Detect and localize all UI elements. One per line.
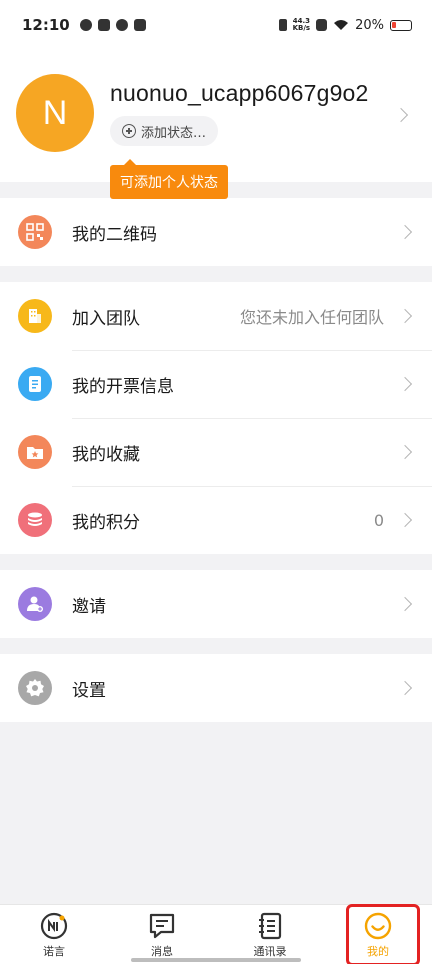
nav-label-nuoyan: 诺言: [43, 944, 65, 958]
battery-icon: [390, 19, 412, 31]
menu-label-points: 我的积分: [72, 512, 140, 533]
status-time: 12:10: [22, 16, 70, 34]
chevron-right-icon: [393, 107, 409, 123]
menu-item-join-team[interactable]: 加入团队 您还未加入任何团队: [0, 282, 432, 350]
app-grid-icon: [133, 19, 146, 31]
home-indicator: [131, 958, 301, 962]
document-icon: [18, 367, 52, 401]
menu-item-qr-code[interactable]: 我的二维码: [0, 198, 432, 266]
nav-tab-mine[interactable]: 我的: [324, 905, 432, 964]
menu-item-settings[interactable]: 设置: [0, 654, 432, 722]
menu-group-main: 加入团队 您还未加入任何团队 我的开票信息 我的收藏 我的积分 0: [0, 282, 432, 554]
qr-code-icon: [18, 215, 52, 249]
chevron-right-icon: [397, 596, 413, 612]
menu-label-invite: 邀请: [72, 596, 106, 617]
menu-group-settings: 设置: [0, 654, 432, 722]
add-status-label: 添加状态…: [141, 125, 207, 141]
menu-group-qr: 我的二维码: [0, 198, 432, 266]
chevron-right-icon: [397, 512, 413, 528]
avatar[interactable]: N: [16, 74, 94, 152]
menu-item-invoice[interactable]: 我的开票信息: [0, 350, 432, 418]
menu-label-favorites: 我的收藏: [72, 444, 140, 465]
profile-header[interactable]: N nuonuo_ucapp6067g9o2 添加状态…: [0, 50, 432, 182]
nav-tab-messages[interactable]: 消息: [108, 905, 216, 964]
bottom-nav: 诺言 消息 通讯录 我的: [0, 904, 432, 964]
menu-label-qr-code: 我的二维码: [72, 224, 157, 245]
menu-label-settings: 设置: [72, 680, 106, 701]
nav-tab-nuoyan[interactable]: 诺言: [0, 905, 108, 964]
username: nuonuo_ucapp6067g9o2: [110, 80, 369, 106]
wifi-icon: [334, 20, 349, 30]
status-left: 12:10: [22, 16, 146, 34]
contacts-icon: [259, 912, 282, 939]
menu-label-join-team: 加入团队: [72, 308, 140, 329]
status-right: 44.3 KB/s 20%: [278, 17, 412, 33]
chevron-right-icon: [397, 376, 413, 392]
chevron-right-icon: [397, 444, 413, 460]
points-value: 0: [373, 510, 384, 530]
chevron-right-icon: [397, 308, 413, 324]
vibrate-icon: [278, 19, 287, 31]
status-tooltip: 可添加个人状态: [110, 159, 228, 199]
avatar-letter: N: [42, 93, 68, 132]
net-speed: 44.3 KB/s: [293, 18, 310, 32]
person-add-icon: [18, 587, 52, 621]
nuoyan-icon: [40, 912, 68, 939]
gear-icon: [18, 671, 52, 705]
menu-group-invite: 邀请: [0, 570, 432, 638]
nav-label-mine: 我的: [367, 944, 389, 958]
menu-label-invoice: 我的开票信息: [72, 376, 174, 397]
team-status-value: 您还未加入任何团队: [239, 308, 384, 327]
folder-star-icon: [18, 435, 52, 469]
battery-percent: 20%: [355, 17, 384, 33]
chevron-right-icon: [397, 224, 413, 240]
mail-icon: [97, 19, 110, 31]
net-speed-unit: KB/s: [292, 24, 311, 32]
tooltip-text: 可添加个人状态: [120, 175, 218, 191]
plus-circle-icon: [122, 124, 136, 138]
nav-label-messages: 消息: [151, 944, 173, 958]
building-icon: [18, 299, 52, 333]
menu-item-favorites[interactable]: 我的收藏: [0, 418, 432, 486]
add-status-button[interactable]: 添加状态…: [110, 116, 219, 146]
smile-icon: [364, 912, 392, 939]
wechat-icon: [79, 19, 92, 31]
nav-label-contacts: 通讯录: [253, 944, 287, 958]
sync-icon: [115, 19, 128, 31]
chevron-right-icon: [397, 680, 413, 696]
menu-item-points[interactable]: 我的积分 0: [0, 486, 432, 554]
message-icon: [149, 913, 175, 938]
nav-tab-contacts[interactable]: 通讯录: [216, 905, 324, 964]
status-bar: 12:10 44.3 KB/s 20%: [0, 0, 432, 50]
coins-stack-icon: [18, 503, 52, 537]
sim-off-icon: [316, 19, 328, 31]
menu-item-invite[interactable]: 邀请: [0, 570, 432, 638]
